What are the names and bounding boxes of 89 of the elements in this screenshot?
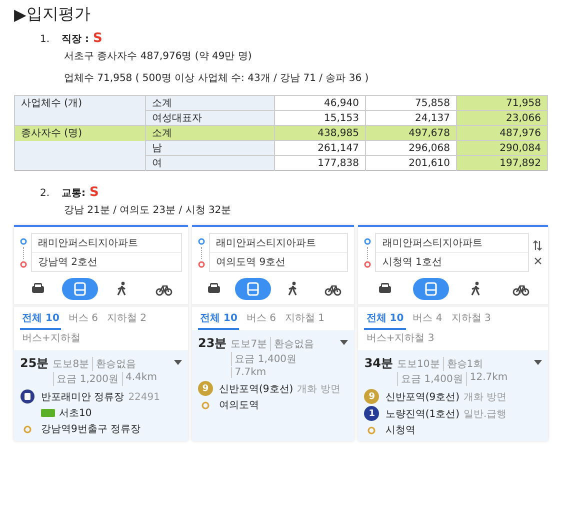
station-name: 신반포역(9호선) 개화 방면 — [385, 390, 507, 404]
travel-time: 25분 — [20, 355, 49, 372]
destination-dot-icon — [364, 260, 372, 268]
route-summary-item: 요금 1,400원 — [397, 372, 466, 386]
route-summary-item: 4.4km — [122, 372, 160, 386]
result-tab[interactable]: 지하철 1 — [282, 310, 327, 330]
route-summary-item: 도보10분 — [397, 358, 441, 371]
travel-time: 34분 — [364, 355, 394, 372]
table-cell: 290,084 — [456, 140, 548, 156]
table-cell: 296,068 — [366, 140, 456, 156]
table-cell: 24,137 — [366, 110, 456, 126]
row-label: 소계 — [146, 96, 274, 110]
bus-icon — [71, 280, 89, 298]
table-cell: 497,678 — [366, 126, 456, 140]
section-text: 업체수 71,958 ( 500명 이상 사업체 수: 43개 / 강남 71 / 송파 36 ) — [64, 72, 370, 85]
table-cell: 201,610 — [366, 156, 456, 170]
caret-icon[interactable] — [534, 360, 542, 366]
heading-title: 입지평가 — [26, 4, 90, 25]
bus-route: 서초10 — [59, 407, 92, 420]
origin-dot-icon — [20, 238, 27, 244]
station-name: 신반포역(9호선) 개화 방면 — [219, 382, 340, 396]
subway-line-badge: 9 — [198, 381, 214, 396]
origin-field[interactable]: 래미안퍼스티지아파트 — [376, 234, 528, 252]
section-title: 직장 : S — [62, 31, 102, 46]
table-cell: 46,940 — [274, 96, 366, 110]
caret-icon[interactable] — [174, 360, 182, 366]
route-summary-item: 환승없음 — [92, 357, 140, 371]
table-cell: 23,066 — [456, 110, 548, 126]
origin-field[interactable]: 래미안퍼스티지아파트 — [210, 234, 348, 252]
result-tab[interactable]: 버스 4 — [410, 310, 444, 330]
result-tab[interactable]: 버스+지하철 — [20, 330, 82, 350]
close-icon[interactable] — [534, 257, 542, 265]
swap-icon[interactable] — [533, 240, 542, 251]
section-text: 서초구 종사자수 487,976명 (약 49만 명) — [64, 50, 253, 63]
result-tab[interactable]: 전체 10 — [364, 310, 406, 330]
caret-icon[interactable] — [340, 340, 348, 346]
result-tab[interactable]: 버스 6 — [244, 310, 278, 330]
bus-mode-button[interactable] — [62, 278, 98, 300]
origin-field[interactable]: 래미안퍼스티지아파트 — [32, 234, 182, 252]
row-label: 여성대표자 — [146, 110, 274, 126]
route-summary-item: 도보7분 — [230, 338, 268, 351]
table-cell: 15,153 — [274, 110, 366, 126]
stop-name: 여의도역 — [219, 399, 260, 412]
result-tab[interactable]: 지하철 2 — [104, 310, 148, 330]
destination-field[interactable]: 시청역 1호선 — [376, 252, 528, 271]
subway-line-badge: 9 — [364, 389, 380, 404]
result-tab[interactable]: 버스 6 — [66, 310, 100, 330]
destination-field[interactable]: 여의도역 9호선 — [210, 252, 348, 271]
stop-name: 강남역9번출구 정류장 — [41, 423, 141, 436]
destination-dot-icon — [20, 260, 27, 268]
route-summary-item: 환승1회 — [442, 357, 486, 371]
origin-dot-icon — [198, 238, 206, 244]
row-label: 남 — [146, 140, 274, 156]
list-number: 1. — [40, 34, 50, 45]
result-tab[interactable]: 지하철 3 — [449, 310, 493, 330]
bus-tag-icon — [41, 409, 55, 417]
heading-marker: ▶ — [14, 5, 26, 24]
table-cell: 438,985 — [274, 126, 366, 140]
origin-dot-icon — [364, 238, 372, 244]
destination-dot-icon — [198, 260, 206, 268]
subway-line-badge: 1 — [364, 406, 380, 421]
route-summary-item: 요금 1,400원 — [230, 352, 300, 366]
result-tab[interactable]: 전체 10 — [20, 310, 62, 330]
stop-name: 시청역 — [385, 424, 416, 437]
destination-field[interactable]: 강남역 2호선 — [32, 252, 182, 271]
row-label: 여 — [146, 156, 274, 170]
table-cell: 71,958 — [456, 96, 548, 110]
travel-time: 23분 — [198, 335, 227, 352]
route-summary-item: 요금 1,200원 — [52, 372, 122, 386]
route-summary-item: 도보8분 — [52, 358, 90, 371]
section-text: 강남 21분 / 여의도 23분 / 시청 32분 — [64, 204, 232, 217]
route-summary-item: 12.7km — [466, 372, 511, 386]
table-cell: 177,838 — [274, 156, 366, 170]
row-group-label: 종사자수 (명) — [14, 126, 146, 140]
table-cell: 487,976 — [456, 126, 548, 140]
stop-name: 반포래미안 정류장 22491 — [41, 390, 160, 404]
station-name: 노량진역(1호선) 일반.급행 — [385, 408, 507, 420]
route-summary-item: 7.7km — [230, 367, 270, 378]
row-group-label: 사업체수 (개) — [14, 96, 146, 110]
bus-mode-button[interactable] — [412, 278, 449, 300]
table-cell: 261,147 — [274, 140, 366, 156]
table-cell: 197,892 — [456, 156, 548, 170]
route-summary-item: 환승없음 — [270, 337, 318, 351]
row-label: 소계 — [146, 126, 274, 140]
table-cell: 75,858 — [366, 96, 456, 110]
section-title: 교통: S — [62, 185, 99, 200]
result-tab[interactable]: 버스+지하철 3 — [364, 330, 436, 350]
bus-stop-icon — [20, 389, 35, 404]
list-number: 2. — [40, 188, 50, 199]
